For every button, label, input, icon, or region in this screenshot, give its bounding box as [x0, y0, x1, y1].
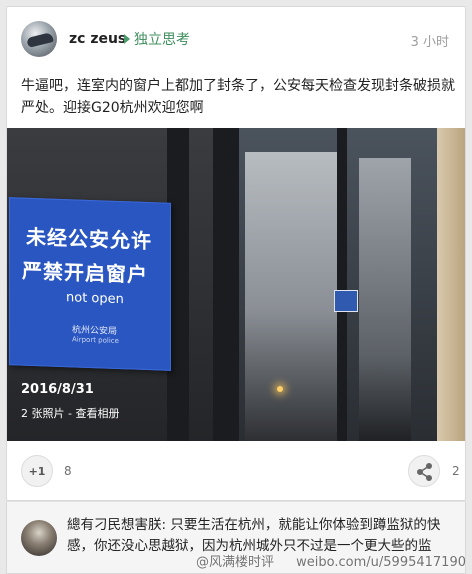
window-glass [245, 152, 340, 441]
plus-one-count: 8 [64, 464, 72, 478]
share-button[interactable] [408, 455, 440, 487]
curtain [437, 128, 465, 441]
plus-one-label: +1 [28, 464, 46, 478]
share-count: 2 [452, 464, 460, 478]
bird-image [26, 32, 54, 48]
street-light [277, 386, 283, 392]
window-seal-tag [334, 290, 358, 312]
sign-text-line1: 未经公安允许 [26, 224, 152, 254]
window-mullion [337, 128, 347, 441]
window-seal-sign: 未经公安允许 严禁开启窗户 not open 杭州公安局 Airport pol… [9, 197, 171, 371]
sign-text-line5: Airport police [72, 335, 119, 346]
album-link[interactable]: 2 张照片 - 查看相册 [21, 405, 119, 421]
album-date: 2016/8/31 [21, 382, 94, 397]
post-actions: +1 8 2 [7, 441, 465, 500]
share-icon [417, 463, 432, 481]
sign-text-line3: not open [66, 290, 124, 308]
author-name[interactable]: zc zeus [69, 31, 126, 47]
post-header: zc zeus 独立思考 3 小时 [7, 7, 465, 69]
arrow-right-icon [124, 34, 130, 44]
watermark-url: weibo.com/u/5995417190 [296, 555, 466, 570]
post-time[interactable]: 3 小时 [411, 31, 449, 50]
window-glass [359, 158, 411, 441]
sign-text-line2: 严禁开启窗户 [22, 258, 148, 288]
post-photo[interactable]: 未经公安允许 严禁开启窗户 not open 杭州公安局 Airport pol… [7, 128, 465, 441]
window-mullion [213, 128, 239, 441]
window-frame-right [239, 128, 465, 441]
commenter-avatar[interactable] [21, 520, 57, 556]
post-card: zc zeus 独立思考 3 小时 牛逼吧，连室内的窗户上都加了封条了，公安每天… [6, 6, 466, 501]
community-link[interactable]: 独立思考 [134, 29, 190, 49]
plus-one-button[interactable]: +1 [21, 455, 53, 487]
watermark-author: @风满楼时评 [196, 555, 275, 570]
post-body: 牛逼吧，连室内的窗户上都加了封条了，公安每天检查发现封条破损就严处。迎接G20杭… [21, 78, 455, 116]
author-avatar[interactable] [21, 21, 57, 57]
